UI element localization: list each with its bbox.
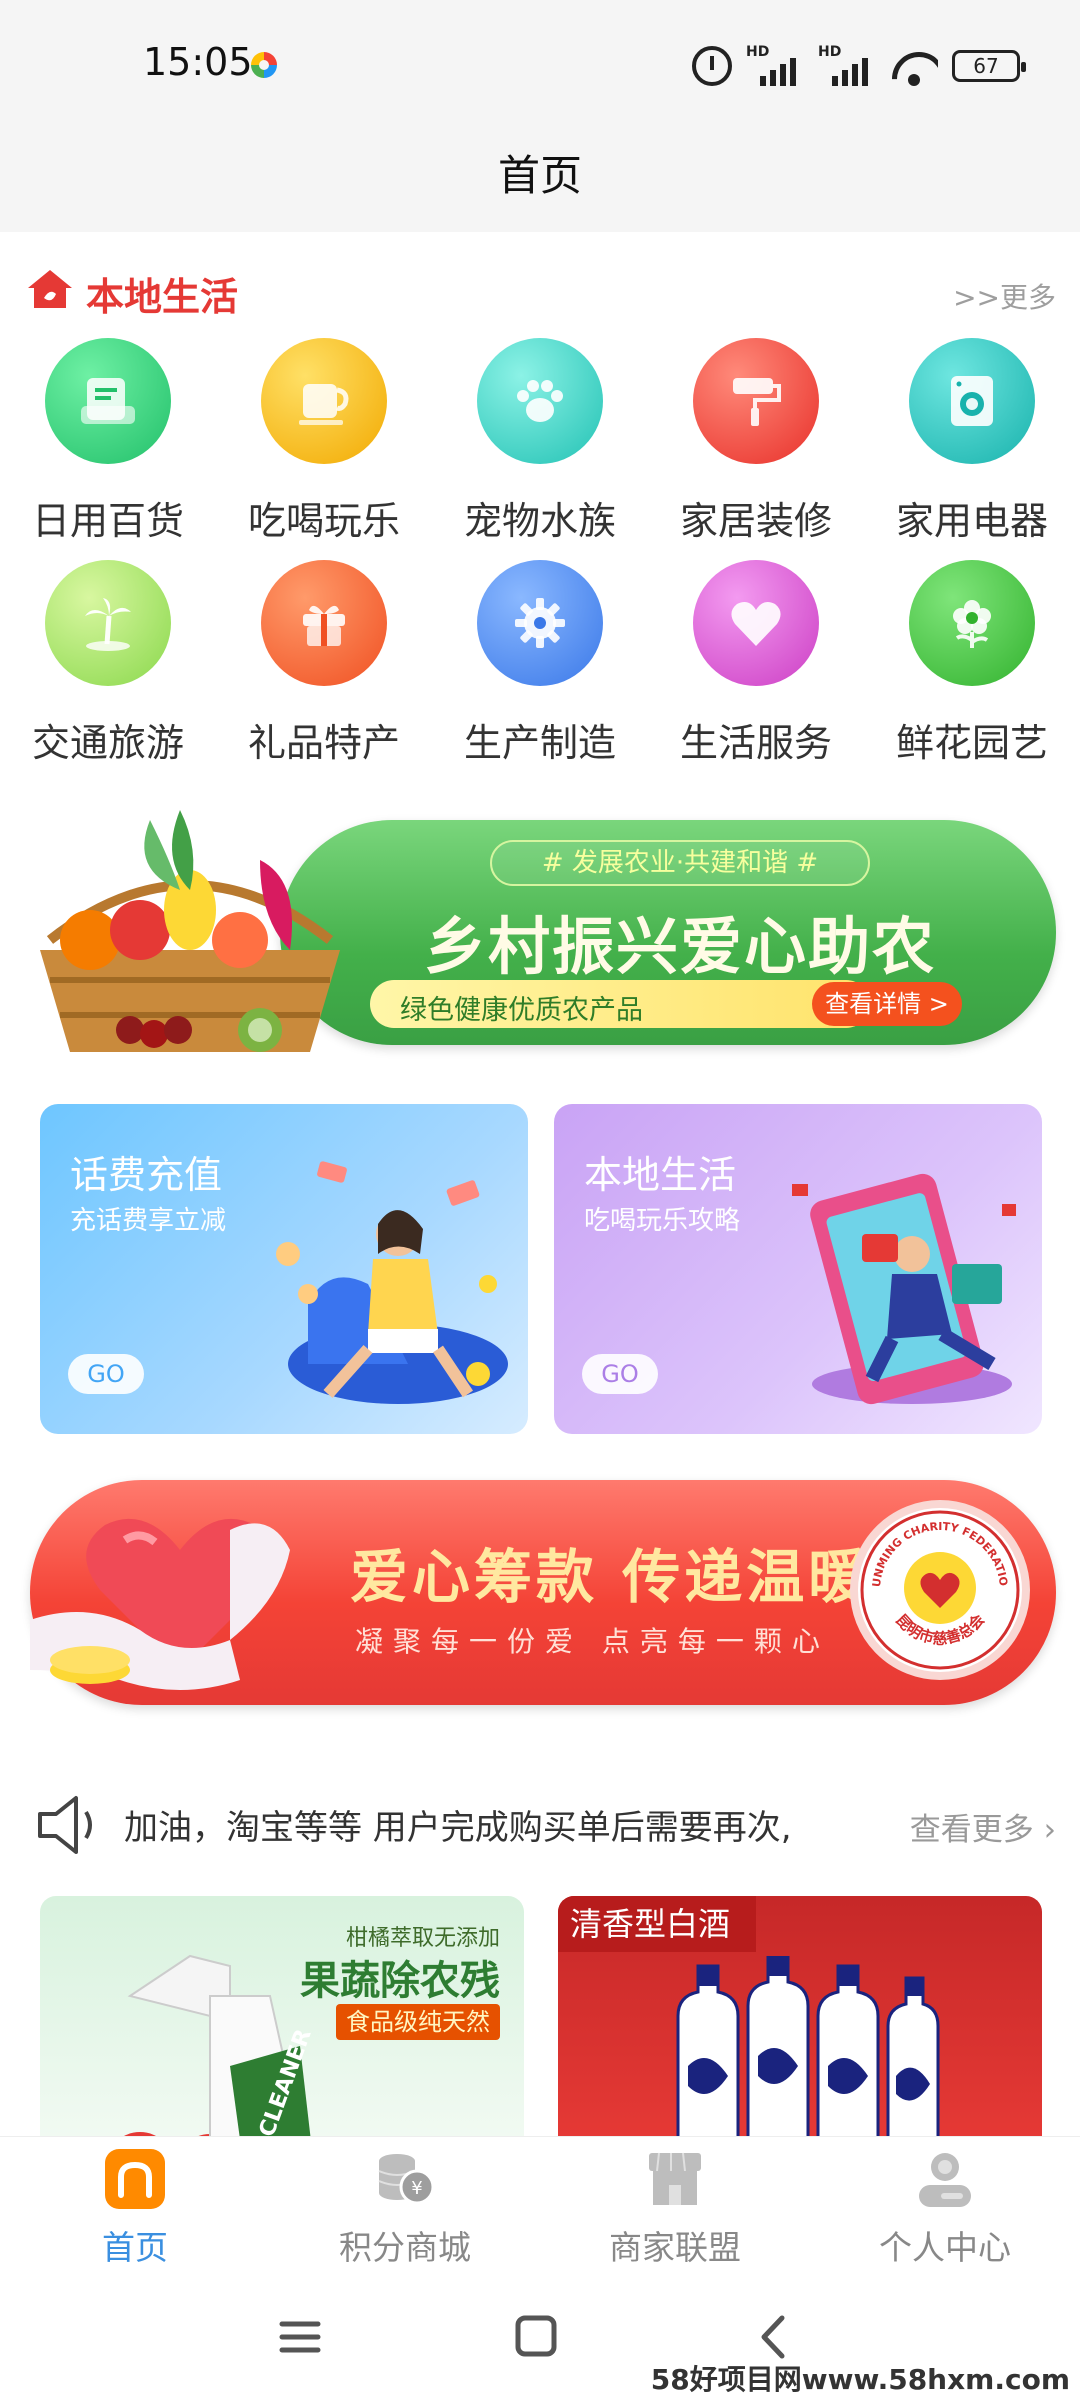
farm-subtitle: 绿色健康优质农产品 (400, 995, 643, 1026)
category-label: 家居装修 (679, 499, 832, 543)
category-label: 吃喝玩乐 (247, 499, 400, 543)
status-time: 15:05 (143, 40, 253, 84)
gear-icon (477, 560, 603, 686)
paint-roller-icon (693, 338, 819, 464)
category-flowers[interactable]: 鲜花园艺 (872, 560, 1072, 770)
go-button[interactable]: GO (582, 1354, 658, 1394)
charity-subtitle: 凝聚每一份爱 点亮每一颗心 (355, 1625, 830, 1658)
category-label: 家用电器 (895, 499, 1048, 543)
palm-tree-icon (45, 560, 171, 686)
notice-text: 加油，淘宝等等 用户完成购买单后需要再次, (124, 1808, 792, 1848)
nav-points-mall[interactable]: ¥ 积分商城 (270, 2137, 540, 2275)
nav-profile[interactable]: 个人中心 (810, 2137, 1080, 2275)
view-details-button[interactable]: 查看详情 > (812, 982, 962, 1026)
status-icons: HD HD 67 (692, 44, 1026, 86)
category-label: 生产制造 (463, 721, 616, 765)
card-title: 本地生活 (584, 1153, 737, 1197)
status-bar: 15:05 HD HD 67 (0, 0, 1080, 130)
category-manufacturing[interactable]: 生产制造 (440, 560, 640, 770)
category-label: 礼品特产 (247, 721, 400, 765)
go-button[interactable]: GO (68, 1354, 144, 1394)
nav-home[interactable]: 首页 (0, 2137, 270, 2275)
fruit-basket-image (40, 810, 340, 1052)
category-label: 宠物水族 (463, 499, 616, 543)
nav-merchant-alliance[interactable]: 商家联盟 (540, 2137, 810, 2275)
farm-title: 乡村振兴爱心助农 (423, 910, 936, 983)
product-label: 清香型白酒 (558, 1896, 757, 1952)
section-title: 本地生活 (86, 275, 239, 319)
gift-icon (261, 560, 387, 686)
heart-icon (693, 560, 819, 686)
category-life-services[interactable]: 生活服务 (656, 560, 856, 770)
back-icon[interactable] (744, 2310, 804, 2364)
product-title: 果蔬除农残 (300, 1958, 500, 2004)
farm-banner-background: # 发展农业·共建和谐 # 乡村振兴爱心助农 绿色健康优质农产品 查看详情 > (280, 820, 1056, 1045)
charity-title: 爱心筹款 传递温暖 (350, 1543, 871, 1611)
category-travel[interactable]: 交通旅游 (8, 560, 208, 770)
watermark: 58好项目网www.58hxm.com (650, 2363, 1070, 2396)
nav-label: 个人中心 (879, 2228, 1011, 2267)
category-pets[interactable]: 宠物水族 (440, 338, 640, 548)
app-notification-icon (251, 52, 277, 78)
phone-recharge-illustration (276, 1161, 508, 1404)
paw-icon (477, 338, 603, 464)
page-title: 首页 (497, 151, 582, 200)
alarm-icon (692, 46, 732, 86)
storefront-icon (649, 2152, 701, 2205)
farm-tag: # 发展农业·共建和谐 # (490, 840, 870, 886)
heart-hands-image (30, 1518, 290, 1690)
charity-federation-logo: KUNMING CHARITY FEDERATION 昆明市慈善总会 (850, 1498, 1030, 1680)
category-gifts[interactable]: 礼品特产 (224, 560, 424, 770)
svg-text:¥: ¥ (411, 2178, 422, 2199)
speaker-icon (38, 1796, 92, 1854)
product-card[interactable]: CLEANER 柑橘萃取无添加 果蔬除农残 食品级纯天然 (40, 1896, 524, 2136)
nav-label: 首页 (102, 2228, 168, 2267)
category-label: 鲜花园艺 (895, 721, 1048, 765)
nav-label: 商家联盟 (609, 2228, 741, 2267)
battery-icon: 67 (952, 50, 1026, 82)
signal-icon: HD (746, 44, 804, 86)
category-label: 生活服务 (679, 721, 832, 765)
shopping-bag-icon (45, 338, 171, 464)
signal-icon-2: HD (818, 44, 876, 86)
liquor-bottles-image (676, 1956, 940, 2136)
card-subtitle: 充话费享立减 (70, 1206, 227, 1236)
phone-recharge-card[interactable]: 话费充值 充话费享立减 GO (40, 1104, 528, 1434)
washing-machine-icon (909, 338, 1035, 464)
wifi-icon (890, 46, 938, 86)
chevron-right-icon: › (1043, 1812, 1056, 1848)
local-life-header: 本地生活 >>更多 (26, 262, 1056, 322)
farm-banner[interactable]: # 发展农业·共建和谐 # 乡村振兴爱心助农 绿色健康优质农产品 查看详情 > (30, 790, 1056, 1060)
category-label: 交通旅游 (31, 721, 184, 765)
farm-subtitle-pill: 绿色健康优质农产品 (370, 980, 870, 1028)
house-icon (28, 270, 72, 308)
category-appliances[interactable]: 家用电器 (872, 338, 1072, 548)
category-daily-goods[interactable]: 日用百货 (8, 338, 208, 548)
product-badge: 食品级纯天然 (336, 2004, 500, 2040)
flower-icon (909, 560, 1035, 686)
home-square-icon[interactable] (506, 2310, 566, 2364)
more-link[interactable]: >>更多 (953, 276, 1056, 316)
user-icon (919, 2153, 971, 2207)
cup-icon (261, 338, 387, 464)
card-subtitle: 吃喝玩乐攻略 (584, 1206, 741, 1236)
menu-icon[interactable] (270, 2310, 330, 2364)
view-more-link[interactable]: 查看更多 › (910, 1804, 1056, 1849)
page-header: 首页 (0, 130, 1080, 232)
nav-label: 积分商城 (339, 2228, 471, 2267)
local-life-card[interactable]: 本地生活 吃喝玩乐攻略 GO (554, 1104, 1042, 1434)
category-food-fun[interactable]: 吃喝玩乐 (224, 338, 424, 548)
charity-banner[interactable]: 爱心筹款 传递温暖 凝聚每一份爱 点亮每一颗心 KUNMING CHARITY … (30, 1470, 1056, 1710)
local-life-illustration (792, 1173, 1016, 1405)
category-home-decor[interactable]: 家居装修 (656, 338, 856, 548)
card-title: 话费充值 (70, 1153, 223, 1197)
system-nav-bar: 58好项目网www.58hxm.com (0, 2274, 1080, 2400)
home-icon (105, 2149, 165, 2209)
notice-bar[interactable]: 加油，淘宝等等 用户完成购买单后需要再次, 查看更多 › (36, 1790, 1056, 1860)
view-more-label: 查看更多 (909, 1812, 1034, 1848)
coins-icon: ¥ (378, 2154, 435, 2205)
category-label: 日用百货 (31, 499, 184, 543)
product-card[interactable]: 清香型白酒 (558, 1896, 1042, 2136)
bottom-nav: 首页 ¥ 积分商城 商家联盟 个人中心 (0, 2136, 1080, 2274)
